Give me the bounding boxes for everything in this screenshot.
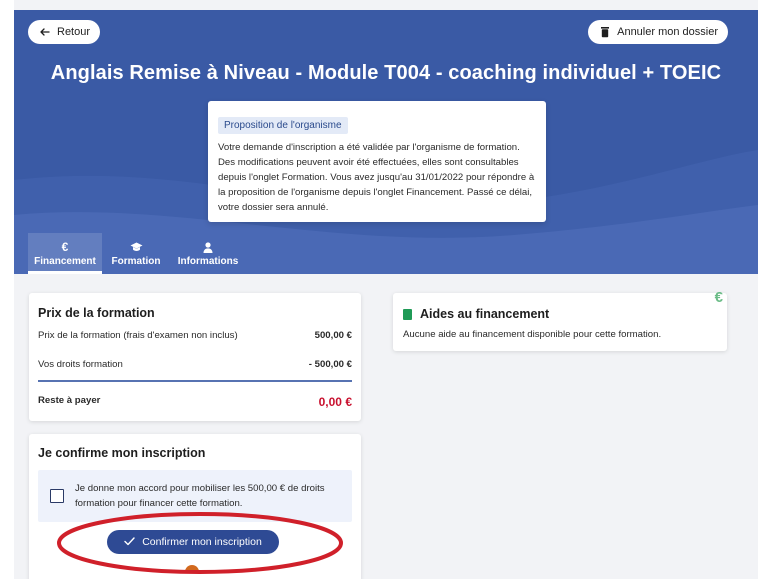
aid-card-heading: Aides au financement (403, 307, 717, 321)
arrow-left-icon (39, 26, 51, 38)
user-icon (203, 240, 213, 254)
back-button-label: Retour (57, 26, 91, 38)
price-row-amount: 500,00 € (314, 330, 352, 341)
tab-formation-label: Formation (111, 256, 161, 267)
cancel-file-button[interactable]: Annuler mon dossier (588, 20, 728, 44)
aid-card-title: Aides au financement (420, 307, 550, 321)
page-header: Retour Annuler mon dossier Anglais Remis… (14, 10, 758, 274)
graduation-cap-icon (130, 240, 143, 254)
confirm-card: Je confirme mon inscription Je donne mon… (29, 434, 361, 579)
tab-informations-label: Informations (177, 256, 239, 267)
confirm-registration-button[interactable]: Confirmer mon inscription (107, 530, 279, 554)
confirm-card-title: Je confirme mon inscription (38, 446, 206, 460)
cancel-file-label: Annuler mon dossier (617, 26, 718, 38)
price-divider (38, 380, 352, 382)
consent-checkbox[interactable] (50, 489, 64, 503)
confirm-button-label: Confirmer mon inscription (142, 536, 262, 548)
funding-aid-card: Aides au financement Aucune aide au fina… (393, 289, 727, 351)
remaining-row: Reste à payer 0,00 € (38, 395, 352, 409)
checkmark-icon (124, 535, 135, 549)
trash-icon (599, 26, 611, 38)
tab-financement[interactable]: € Financement (28, 233, 102, 274)
tab-informations[interactable]: Informations (170, 233, 246, 274)
app-window: Retour Annuler mon dossier Anglais Remis… (0, 0, 772, 579)
tab-formation[interactable]: Formation (102, 233, 170, 274)
orange-cursor-marker (185, 565, 199, 573)
euro-icon: € (61, 240, 69, 254)
aid-card-text: Aucune aide au financement disponible po… (403, 329, 662, 340)
price-card-title: Prix de la formation (38, 306, 155, 320)
euro-badge-icon: € (714, 289, 723, 306)
back-button[interactable]: Retour (28, 20, 101, 44)
document-icon (403, 308, 412, 320)
remaining-label: Reste à payer (38, 395, 101, 406)
tab-bar: € Financement Formation Informations (28, 233, 246, 274)
notice-tag: Proposition de l'organisme (218, 117, 348, 134)
page-title: Anglais Remise à Niveau - Module T004 - … (50, 62, 722, 84)
price-card: Prix de la formation Prix de la formatio… (29, 293, 361, 421)
remaining-amount: 0,00 € (318, 395, 352, 409)
notice-text: Votre demande d'inscription a été validé… (218, 142, 535, 213)
price-row-label: Prix de la formation (frais d'examen non… (38, 330, 238, 341)
tab-financement-label: Financement (34, 256, 96, 267)
rights-row: Vos droits formation - 500,00 € (38, 359, 352, 370)
consent-text: Je donne mon accord pour mobiliser les 5… (75, 483, 325, 509)
price-row: Prix de la formation (frais d'examen non… (38, 330, 352, 341)
consent-box: Je donne mon accord pour mobiliser les 5… (38, 470, 352, 522)
rights-row-amount: - 500,00 € (308, 359, 352, 370)
organism-proposal-notice: Proposition de l'organisme Votre demande… (208, 101, 546, 222)
rights-row-label: Vos droits formation (38, 359, 123, 370)
